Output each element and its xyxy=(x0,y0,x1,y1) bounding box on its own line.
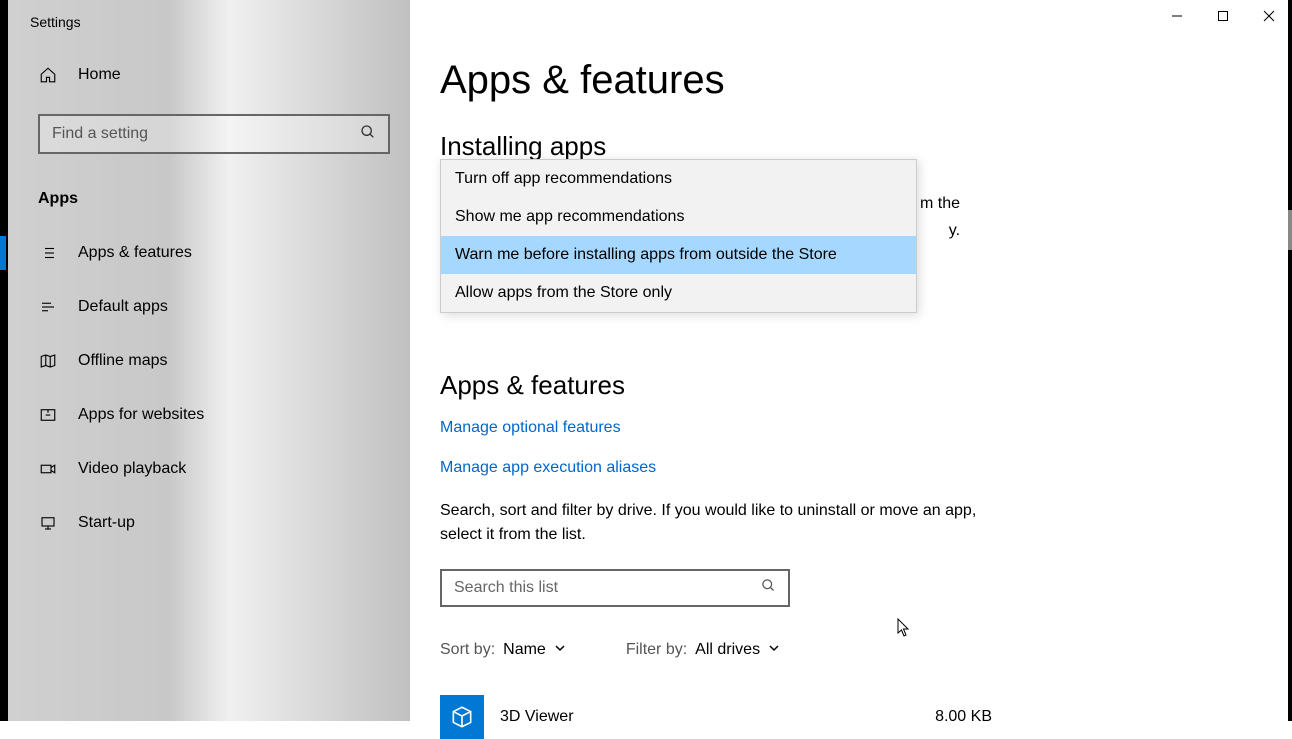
dropdown-option[interactable]: Show me app recommendations xyxy=(441,198,916,236)
app-size: 8.00 KB xyxy=(935,708,992,726)
main-content: Apps & features Installing apps Apps & f… xyxy=(410,0,1292,721)
filter-label: Filter by: xyxy=(626,641,687,659)
chevron-down-icon xyxy=(554,641,566,659)
apps-websites-icon xyxy=(38,406,58,424)
sort-filter-row: Sort by: Name Filter by: All drives xyxy=(440,641,1252,659)
sidebar-item-default-apps[interactable]: Default apps xyxy=(8,280,410,334)
sidebar-item-label: Default apps xyxy=(78,298,168,316)
app-list-search[interactable] xyxy=(440,569,790,607)
home-icon xyxy=(38,66,58,84)
scrollbar-thumb[interactable] xyxy=(1288,210,1292,250)
manage-aliases-link[interactable]: Manage app execution aliases xyxy=(440,459,1252,477)
list-icon xyxy=(38,244,58,262)
defaults-icon xyxy=(38,298,58,316)
sidebar-item-apps-websites[interactable]: Apps for websites xyxy=(8,388,410,442)
sidebar: Settings Home Apps Apps & features Defa xyxy=(0,0,410,721)
installing-apps-dropdown[interactable]: Turn off app recommendations Show me app… xyxy=(440,159,917,313)
filter-value: All drives xyxy=(695,641,760,659)
chevron-down-icon xyxy=(768,641,780,659)
filter-by-dropdown[interactable]: Filter by: All drives xyxy=(626,641,780,659)
manage-optional-features-link[interactable]: Manage optional features xyxy=(440,419,1252,437)
sort-by-dropdown[interactable]: Sort by: Name xyxy=(440,641,566,659)
window-right-edge xyxy=(1288,0,1292,721)
search-icon xyxy=(360,124,376,145)
sidebar-item-apps-features[interactable]: Apps & features xyxy=(8,226,410,280)
close-button[interactable] xyxy=(1246,0,1292,32)
category-header: Apps xyxy=(8,154,410,226)
sidebar-item-label: Offline maps xyxy=(78,352,168,370)
sidebar-item-video-playback[interactable]: Video playback xyxy=(8,442,410,496)
sidebar-item-label: Video playback xyxy=(78,460,186,478)
home-label: Home xyxy=(78,66,121,84)
map-icon xyxy=(38,352,58,370)
search-description: Search, sort and filter by drive. If you… xyxy=(440,499,1000,547)
home-nav[interactable]: Home xyxy=(8,54,410,96)
installing-apps-header: Installing apps xyxy=(440,131,1252,162)
settings-window: Settings Home Apps Apps & features Defa xyxy=(0,0,1292,721)
app-name: 3D Viewer xyxy=(500,708,919,726)
apps-features-header: Apps & features xyxy=(440,370,1252,401)
mouse-cursor xyxy=(897,618,911,643)
search-icon xyxy=(761,578,776,598)
video-icon xyxy=(38,460,58,478)
sidebar-item-offline-maps[interactable]: Offline maps xyxy=(8,334,410,388)
dropdown-option[interactable]: Allow apps from the Store only xyxy=(441,274,916,312)
sidebar-item-startup[interactable]: Start-up xyxy=(8,496,410,550)
dropdown-option-selected[interactable]: Warn me before installing apps from outs… xyxy=(441,236,916,274)
settings-search[interactable] xyxy=(38,114,390,154)
maximize-button[interactable] xyxy=(1200,0,1246,32)
sidebar-item-label: Apps for websites xyxy=(78,406,204,424)
window-title: Settings xyxy=(8,0,410,54)
dropdown-option[interactable]: Turn off app recommendations xyxy=(441,160,916,198)
app-icon-3d-viewer xyxy=(440,695,484,739)
sort-value: Name xyxy=(503,641,546,659)
titlebar-controls xyxy=(1154,0,1292,32)
startup-icon xyxy=(38,514,58,532)
sort-label: Sort by: xyxy=(440,641,495,659)
settings-search-input[interactable] xyxy=(52,125,344,143)
app-list-item[interactable]: 3D Viewer 8.00 KB xyxy=(440,695,1252,739)
page-title: Apps & features xyxy=(440,58,1252,103)
minimize-button[interactable] xyxy=(1154,0,1200,32)
sidebar-item-label: Start-up xyxy=(78,514,135,532)
sidebar-item-label: Apps & features xyxy=(78,244,192,262)
app-list-search-input[interactable] xyxy=(454,579,744,597)
